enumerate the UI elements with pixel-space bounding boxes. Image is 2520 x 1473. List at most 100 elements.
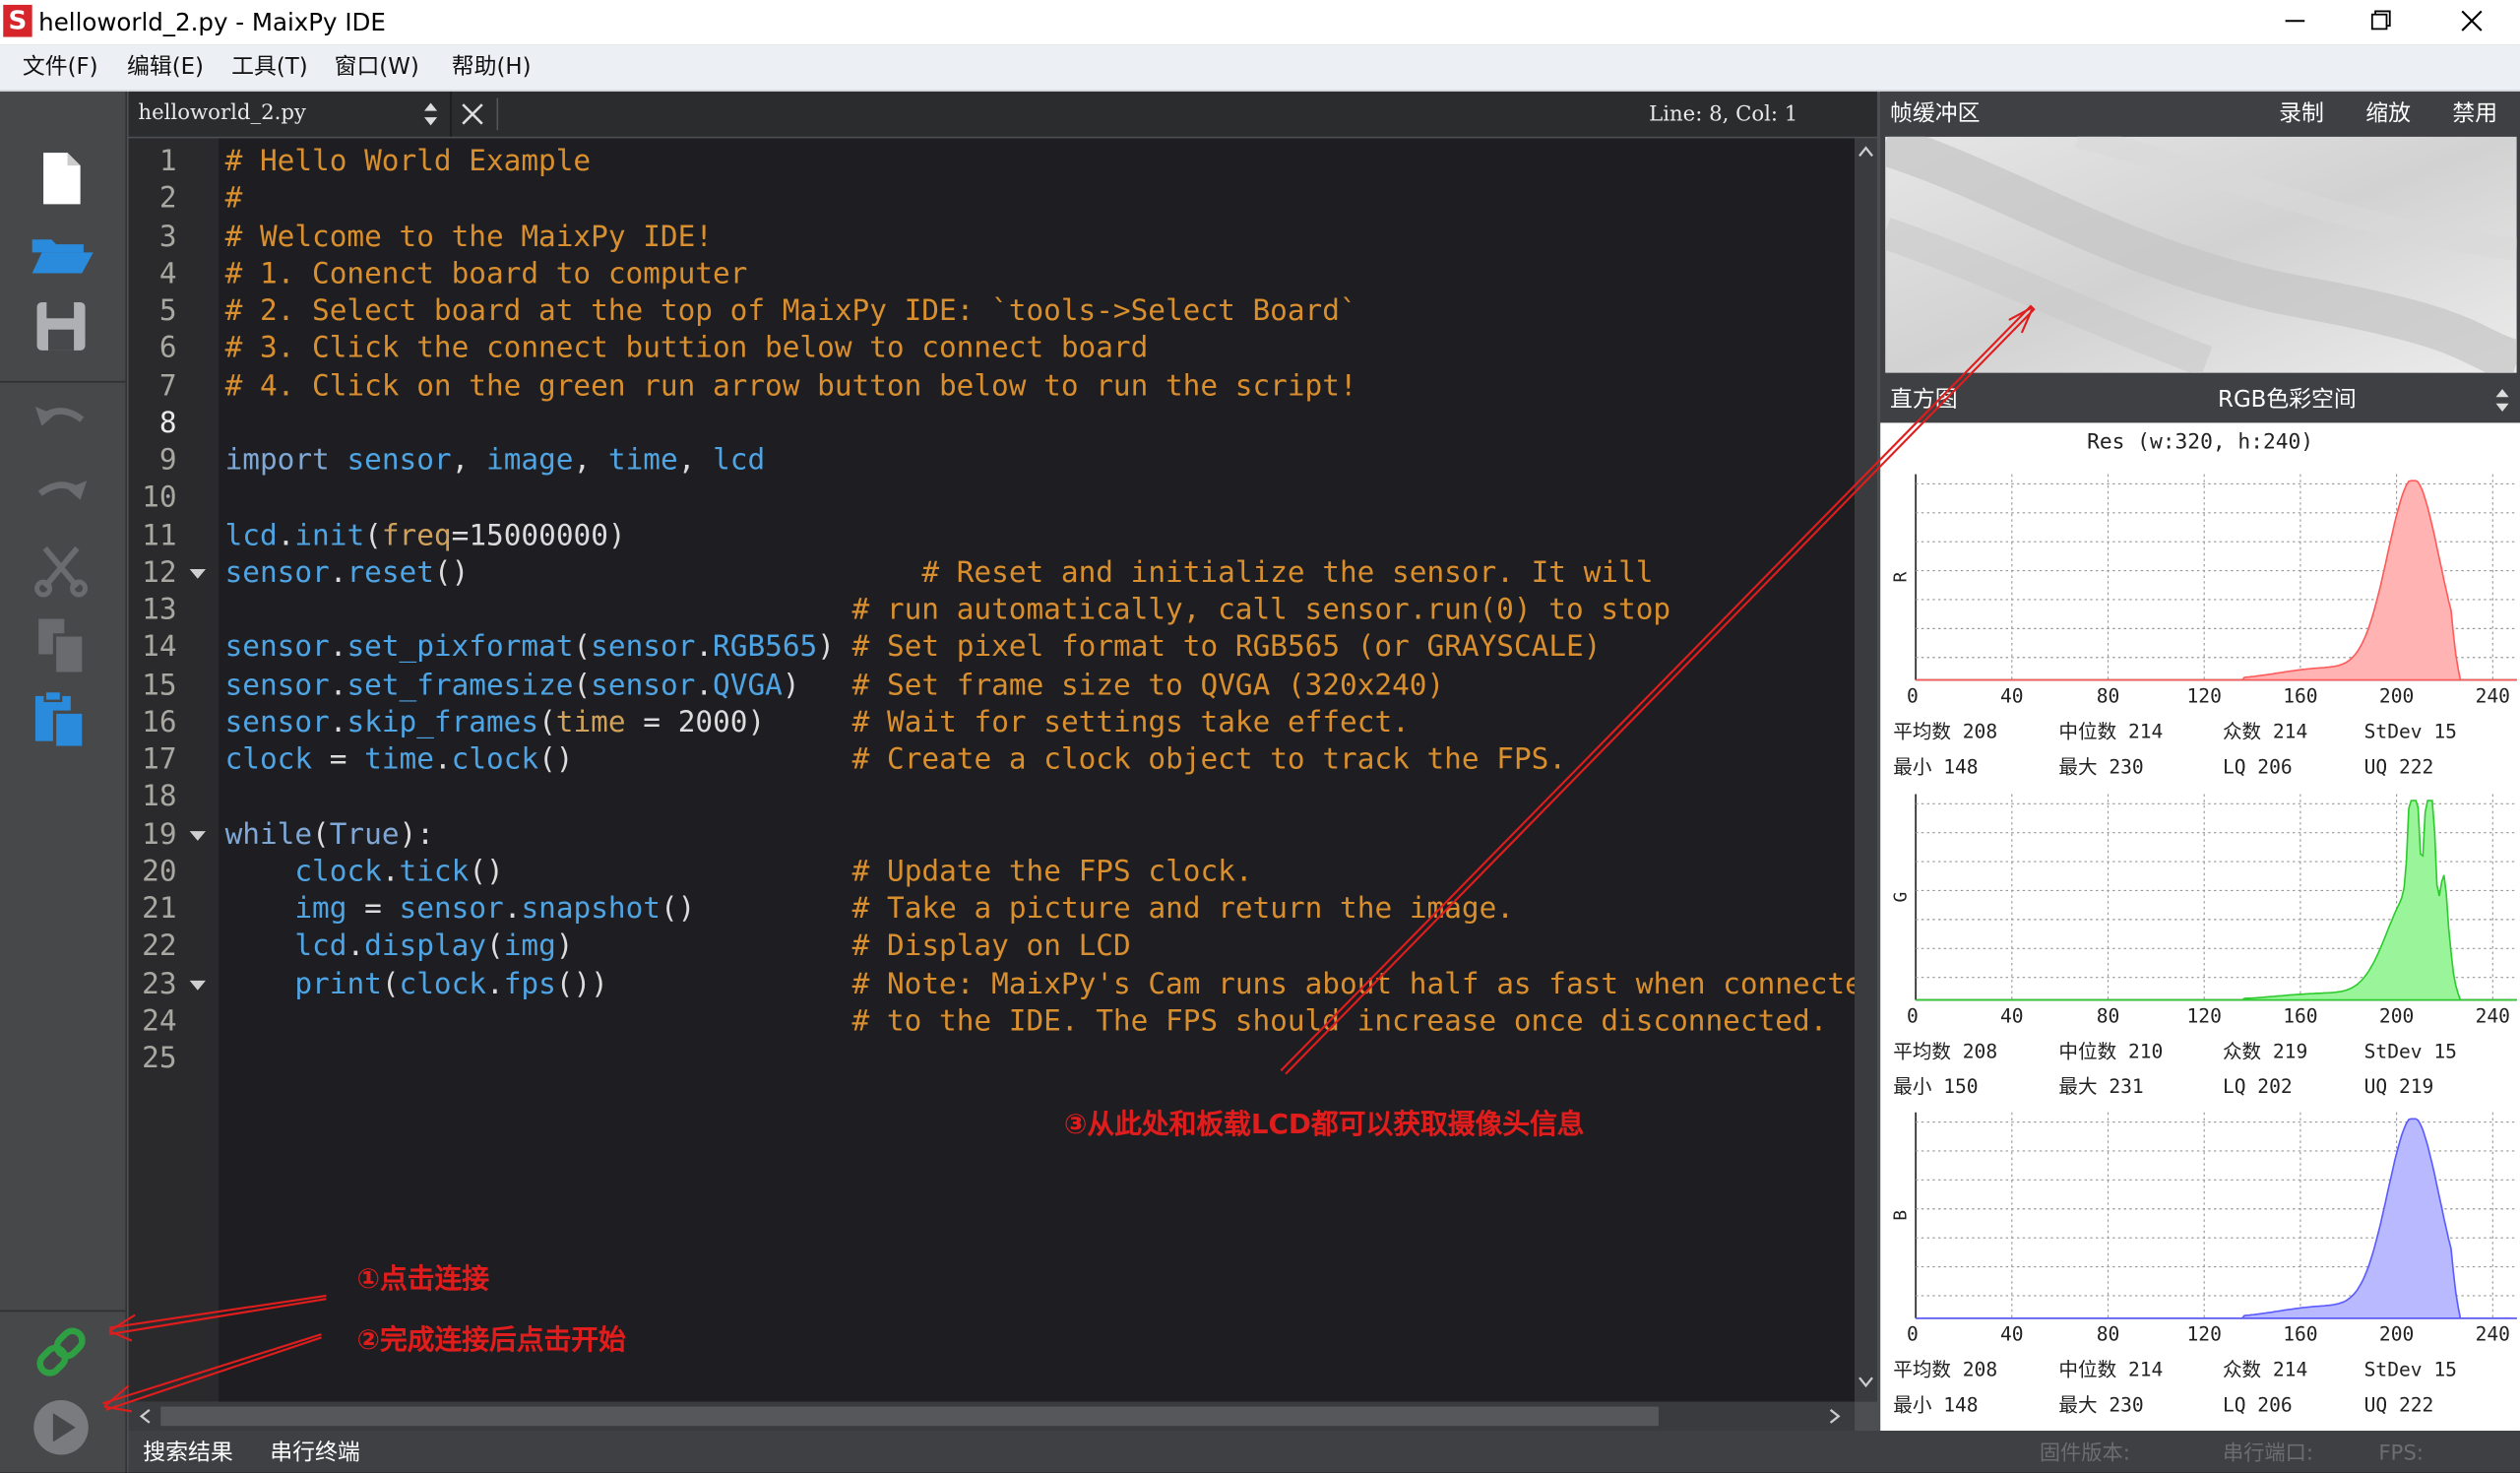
cut-button[interactable] bbox=[29, 539, 93, 603]
stat-median: 中位数 214 bbox=[2058, 720, 2163, 742]
paste-button[interactable] bbox=[29, 686, 93, 750]
channel-label: G bbox=[1890, 892, 1911, 903]
stat-stdev: StDev 15 bbox=[2364, 720, 2457, 742]
menu-help[interactable]: 帮助(H) bbox=[452, 53, 532, 82]
save-file-button[interactable] bbox=[29, 294, 93, 358]
stat-uq: UQ 222 bbox=[2364, 755, 2434, 778]
code-line: lcd.init(freq=15000000) bbox=[224, 518, 626, 552]
stat-lq: LQ 206 bbox=[2223, 755, 2293, 778]
fold-marker-icon[interactable] bbox=[189, 980, 206, 990]
fold-marker-icon[interactable] bbox=[189, 830, 206, 841]
editor-vertical-scrollbar[interactable] bbox=[1855, 138, 1877, 1402]
stat-min: 最小 148 bbox=[1893, 755, 1978, 778]
right-panel: 帧缓冲区 录制 缩放 禁用 直方图 RGB色彩空间 Res (w:320, h:… bbox=[1878, 92, 2520, 1432]
annotation-info: ③从此处和板载LCD都可以获取摄像头信息 bbox=[1063, 1109, 1585, 1142]
code-line: sensor.set_pixformat(sensor.RGB565) # Se… bbox=[224, 630, 1602, 665]
code-line: # run automatically, call sensor.run(0) … bbox=[851, 593, 1671, 627]
menu-bar: 文件(F) 编辑(E) 工具(T) 窗口(W) 帮助(H) bbox=[0, 44, 2520, 93]
code-line: while(True): bbox=[224, 817, 434, 852]
tick-label: 40 bbox=[2000, 684, 2024, 707]
code-line: # 2. Select board at the top of MaixPy I… bbox=[224, 293, 1357, 329]
stat-max: 最大 230 bbox=[2058, 755, 2143, 778]
tick-label: 160 bbox=[2283, 1004, 2317, 1027]
firmware-version: 固件版本: bbox=[2039, 1441, 2130, 1466]
tab-search-results[interactable]: 搜索结果 bbox=[143, 1441, 232, 1466]
line-number-gutter: 1 2 3 4 5 6 7 8 9 10 11 12 13 14 15 16 17 18 19 20 21 22 23 24 2… bbox=[128, 138, 220, 1402]
updown-arrows-icon bbox=[424, 102, 438, 126]
minimize-button[interactable] bbox=[2256, 0, 2330, 45]
stat-uq: UQ 219 bbox=[2364, 1075, 2434, 1098]
tick-label: 200 bbox=[2379, 1323, 2414, 1346]
undo-button[interactable] bbox=[29, 391, 93, 455]
updown-arrows-icon bbox=[2495, 389, 2509, 412]
close-window-button[interactable] bbox=[2434, 0, 2508, 45]
menu-window[interactable]: 窗口(W) bbox=[335, 53, 419, 82]
menu-tools[interactable]: 工具(T) bbox=[231, 53, 308, 82]
line-number: 20 bbox=[142, 855, 177, 889]
tick-label: 160 bbox=[2283, 1323, 2317, 1346]
restore-button[interactable] bbox=[2343, 0, 2417, 45]
stat-mode: 众数 214 bbox=[2223, 1359, 2307, 1381]
file-selector[interactable]: helloworld_2.py bbox=[129, 92, 452, 137]
colorspace-select[interactable]: RGB色彩空间 bbox=[2218, 381, 2517, 419]
colorspace-value: RGB色彩空间 bbox=[2218, 387, 2357, 414]
stat-median: 中位数 210 bbox=[2058, 1040, 2163, 1062]
serial-port: 串行端口: bbox=[2222, 1441, 2314, 1466]
code-line: # 3. Click the connect buttion below to … bbox=[224, 331, 1149, 366]
framebuffer-header: 帧缓冲区 录制 缩放 禁用 bbox=[1880, 92, 2520, 137]
code-editor[interactable]: # Hello World Example # # Welcome to the… bbox=[219, 138, 1856, 1402]
code-line: clock = time.clock() # Create a clock ob… bbox=[224, 742, 1567, 777]
framebuffer-label: 帧缓冲区 bbox=[1889, 100, 1981, 127]
play-icon bbox=[33, 1400, 89, 1455]
open-file-button[interactable] bbox=[29, 221, 94, 285]
stat-mean: 平均数 208 bbox=[1893, 1040, 1997, 1062]
left-toolbar bbox=[0, 92, 127, 1473]
tick-label: 160 bbox=[2283, 684, 2317, 707]
stat-stdev: StDev 15 bbox=[2364, 1040, 2457, 1062]
fold-marker-icon[interactable] bbox=[189, 568, 206, 579]
tick-label: 240 bbox=[2476, 684, 2510, 707]
copy-button[interactable] bbox=[29, 612, 93, 676]
tab-serial-terminal[interactable]: 串行终端 bbox=[270, 1441, 359, 1466]
tick-label: 120 bbox=[2187, 1004, 2222, 1027]
editor-horizontal-scrollbar[interactable] bbox=[128, 1401, 1856, 1432]
new-file-button[interactable] bbox=[29, 147, 93, 211]
redo-button[interactable] bbox=[29, 465, 93, 529]
app-logo-icon: S bbox=[3, 4, 32, 37]
code-line: sensor.set_framesize(sensor.QVGA) # Set … bbox=[224, 668, 1445, 702]
histogram-area-r bbox=[1916, 480, 2517, 681]
code-line: import sensor, image, time, lcd bbox=[224, 443, 766, 478]
stat-lq: LQ 206 bbox=[2223, 1393, 2293, 1416]
stat-mean: 平均数 208 bbox=[1893, 720, 1997, 742]
zoom-button[interactable]: 缩放 bbox=[2365, 101, 2411, 127]
stat-lq: LQ 202 bbox=[2223, 1075, 2293, 1098]
horizontal-scroll-thumb[interactable] bbox=[160, 1406, 1659, 1427]
line-number: 1 bbox=[158, 144, 177, 179]
disable-button[interactable]: 禁用 bbox=[2452, 101, 2497, 127]
menu-file[interactable]: 文件(F) bbox=[23, 53, 98, 82]
line-number: 17 bbox=[142, 742, 177, 777]
histogram-area-g bbox=[1916, 800, 2517, 1001]
histogram-label: 直方图 bbox=[1889, 387, 1958, 414]
stat-stdev: StDev 15 bbox=[2364, 1359, 2457, 1381]
record-button[interactable]: 录制 bbox=[2279, 101, 2324, 127]
line-number: 5 bbox=[158, 293, 177, 329]
line-number: 13 bbox=[142, 593, 177, 627]
code-line: sensor.skip_frames(time = 2000) # Wait f… bbox=[224, 705, 1410, 739]
stat-max: 最大 230 bbox=[2058, 1393, 2143, 1416]
line-number: 15 bbox=[142, 668, 177, 702]
annotation-connect: ①点击连接 bbox=[356, 1263, 489, 1296]
code-line: img = sensor.snapshot() # Take a picture… bbox=[294, 892, 1515, 927]
line-number: 24 bbox=[142, 1003, 177, 1039]
run-button[interactable] bbox=[29, 1394, 93, 1458]
close-tab-button[interactable] bbox=[457, 98, 489, 131]
line-number: 3 bbox=[158, 219, 177, 254]
stat-mean: 平均数 208 bbox=[1893, 1359, 1997, 1381]
editor-tab-bar: helloworld_2.py Line: 8, Col: 1 bbox=[128, 92, 1877, 137]
connect-button[interactable] bbox=[29, 1319, 93, 1383]
line-number: 6 bbox=[158, 331, 177, 366]
tick-label: 80 bbox=[2097, 684, 2120, 707]
scissors-icon bbox=[34, 545, 88, 598]
menu-edit[interactable]: 编辑(E) bbox=[127, 53, 204, 82]
stat-mode: 众数 214 bbox=[2223, 720, 2307, 742]
